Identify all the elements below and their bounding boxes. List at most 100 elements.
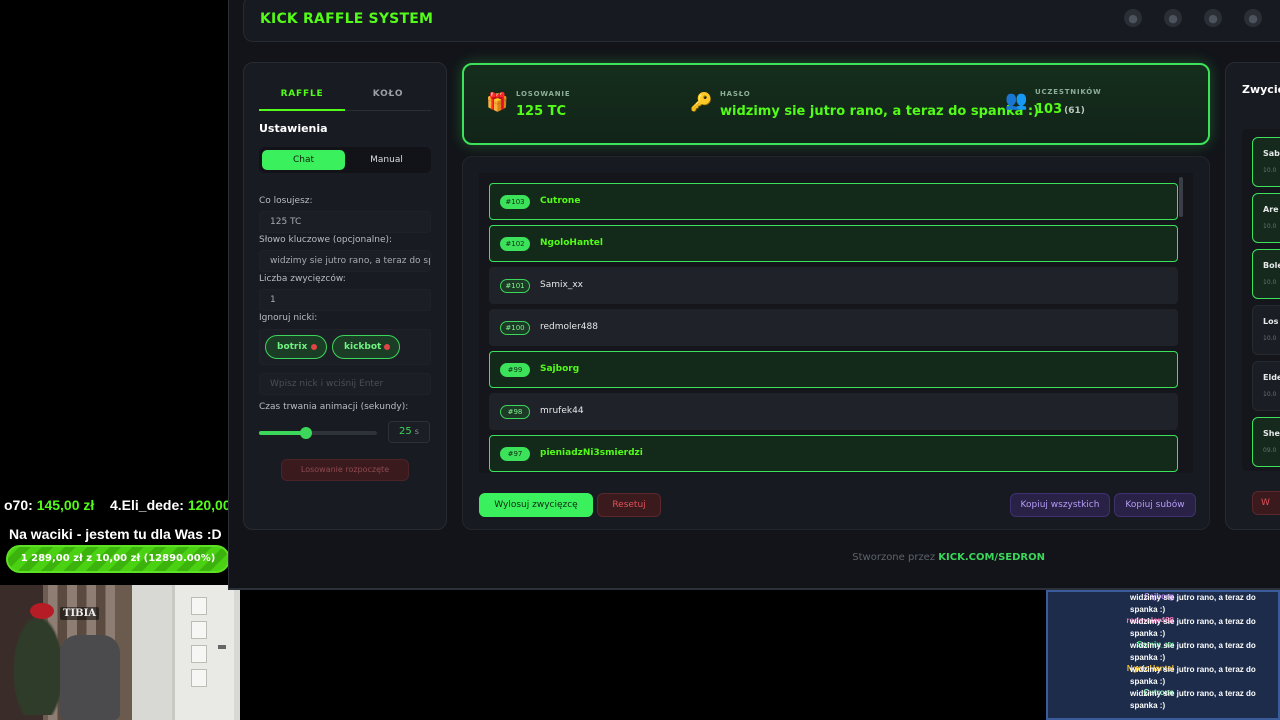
keyword-input[interactable]: widzimy sie jutro rano, a teraz do sp	[259, 250, 431, 272]
mode-toggle: Chat Manual	[259, 147, 431, 173]
winner-card[interactable]: Are 10.0	[1252, 193, 1280, 243]
winner-date: 09.0	[1263, 447, 1277, 454]
participant-nick: NgoloHantel	[540, 238, 603, 248]
prize-input[interactable]: 125 TC	[259, 211, 431, 233]
active-tab-indicator	[259, 109, 345, 111]
winner-name: Sab	[1263, 149, 1280, 158]
winners-count-input[interactable]: 1	[259, 289, 431, 311]
remove-icon[interactable]: x	[384, 344, 390, 350]
footer: Stworzone przez KICK.COM/SEDRON	[229, 552, 1045, 563]
participant-number-badge: #100	[500, 321, 530, 335]
draw-winner-button[interactable]: Wylosuj zwycięzcę	[479, 493, 593, 517]
duration-label: Czas trwania animacji (sekundy):	[259, 402, 409, 412]
winner-card[interactable]: Bole 10.0	[1252, 249, 1280, 299]
participant-nick: Samix_xx	[540, 280, 583, 290]
duration-unit: s	[414, 427, 419, 436]
copy-subs-button[interactable]: Kopiuj subów	[1114, 493, 1196, 517]
remove-icon[interactable]: x	[311, 344, 317, 350]
door-glass	[191, 669, 207, 687]
winners-panel: Zwycięz Sab 10.0 Are10.0 Bole10.0 Los10.0 Eld…	[1225, 62, 1280, 530]
tab-bar: RAFFLE KOŁO	[259, 85, 431, 111]
copy-all-button[interactable]: Kopiuj wszystkich	[1010, 493, 1110, 517]
participants-list[interactable]: #103 Cutrone #102 NgoloHantel #101 Samix_xx #1…	[479, 173, 1193, 473]
duration-value: 25	[399, 426, 412, 437]
tab-wheel[interactable]: KOŁO	[345, 89, 431, 99]
participant-row[interactable]: #102 NgoloHantel	[489, 225, 1178, 262]
duration-slider[interactable]	[259, 427, 377, 439]
winners-title: Zwycięz	[1242, 83, 1280, 96]
stat-draw-value: 125 TC	[516, 104, 567, 119]
winner-date: 10.0	[1263, 167, 1277, 174]
participant-row[interactable]: #101 Samix_xx	[489, 267, 1178, 304]
participant-number-badge: #98	[500, 405, 530, 419]
participant-row[interactable]: #100 redmoler488	[489, 309, 1178, 346]
participant-row[interactable]: #99 Sajborg	[489, 351, 1178, 388]
door-glass	[191, 621, 207, 639]
chip-label: botrix	[277, 342, 308, 352]
winner-card[interactable]: Elde 10.0	[1252, 361, 1280, 411]
participant-number-badge: #97	[500, 447, 530, 461]
stream-chat: Sajborg widzimy sie jutro rano, a teraz d…	[1046, 590, 1280, 720]
ignore-nick-input[interactable]: Wpisz nick i wciśnij Enter	[259, 373, 431, 395]
participant-row[interactable]: #98 mrufek44	[489, 393, 1178, 430]
avatar-icon[interactable]: ●	[1204, 9, 1222, 27]
chat-text: widzimy sie jutro rano, a teraz do spank…	[1130, 617, 1256, 638]
chat-text: widzimy sie jutro rano, a teraz do spank…	[1130, 593, 1256, 614]
stat-password-label: HASŁO	[720, 90, 751, 98]
settings-panel: RAFFLE KOŁO Ustawienia Chat Manual Co lo…	[243, 62, 447, 530]
chat-text: widzimy sie jutro rano, a teraz do spank…	[1130, 641, 1256, 662]
users-icon: 👥	[1005, 90, 1028, 111]
footer-link[interactable]: KICK.COM/SEDRON	[938, 552, 1045, 563]
avatar-icon[interactable]: ●	[1164, 9, 1182, 27]
winner-card[interactable]: She 09.0	[1252, 417, 1280, 467]
donor-2: 4.Eli_dede: 120,00 z	[110, 497, 240, 513]
participant-row[interactable]: #103 Cutrone	[489, 183, 1178, 220]
winners-action-button[interactable]: W	[1252, 491, 1280, 515]
scrollbar[interactable]	[1179, 177, 1183, 217]
reset-button[interactable]: Resetuj	[597, 493, 661, 517]
participant-row[interactable]: #97 pieniadzNi3smierdzi	[489, 435, 1178, 472]
prize-label: Co losujesz:	[259, 196, 313, 206]
chat-text: widzimy sie jutro rano, a teraz do spank…	[1130, 665, 1256, 686]
top-donors: o70: 145,00 zł 4.Eli_dede: 120,00 z	[0, 497, 240, 515]
participants-panel: #103 Cutrone #102 NgoloHantel #101 Samix_xx #1…	[462, 156, 1210, 530]
app-title: KICK RAFFLE SYSTEM	[260, 11, 434, 27]
tab-raffle[interactable]: RAFFLE	[259, 89, 345, 99]
slider-knob[interactable]	[300, 427, 313, 439]
ignored-chip[interactable]: kickbot x	[332, 335, 400, 359]
avatar-icon[interactable]: ●	[1244, 9, 1262, 27]
raffle-started-button[interactable]: Losowanie rozpoczęte	[281, 459, 409, 481]
door-handle	[218, 645, 226, 649]
top-icons: ● ● ● ●	[1124, 9, 1280, 27]
stat-draw-label: LOSOWANIE	[516, 90, 571, 98]
participant-number-badge: #99	[500, 363, 530, 377]
winners-count-label: Liczba zwycięzców:	[259, 274, 346, 284]
winner-card[interactable]: Los 10.0	[1252, 305, 1280, 355]
stat-participants-sub: (61)	[1064, 106, 1085, 116]
donor-1: o70: 145,00 zł	[4, 497, 95, 513]
participant-number-badge: #103	[500, 195, 530, 209]
donation-goal-title: Na waciki - jestem tu dla Was :D	[9, 526, 222, 542]
participant-number-badge: #102	[500, 237, 530, 251]
winner-name: She	[1263, 429, 1280, 438]
footer-text: Stworzone przez	[852, 552, 936, 563]
door	[172, 585, 234, 720]
winners-list[interactable]: Sab 10.0 Are 10.0 Bole 10.0 Los 10.0 Elde 10.0 She…	[1242, 129, 1280, 471]
duration-input[interactable]: 25 s	[388, 421, 430, 443]
ignored-chip[interactable]: botrix x	[265, 335, 327, 359]
winner-name: Are	[1263, 205, 1279, 214]
stat-password-value: widzimy sie jutro rano, a teraz do spank…	[720, 104, 1040, 119]
webcam-feed: TIBIA	[0, 585, 240, 720]
settings-title: Ustawienia	[259, 122, 328, 135]
gaming-chair	[60, 635, 120, 720]
mode-manual-button[interactable]: Manual	[345, 150, 428, 170]
winner-name: Los	[1263, 317, 1279, 326]
avatar-icon[interactable]: ●	[1124, 9, 1142, 27]
raffle-app-window: KICK RAFFLE SYSTEM ● ● ● ● RAFFLE KOŁO U…	[228, 0, 1280, 590]
screen: o70: 145,00 zł 4.Eli_dede: 120,00 z Na w…	[0, 0, 1280, 720]
mode-chat-button[interactable]: Chat	[262, 150, 345, 170]
key-icon: 🔑	[690, 92, 713, 113]
participant-nick: pieniadzNi3smierdzi	[540, 448, 643, 458]
participant-number-badge: #101	[500, 279, 530, 293]
winner-card[interactable]: Sab 10.0	[1252, 137, 1280, 187]
